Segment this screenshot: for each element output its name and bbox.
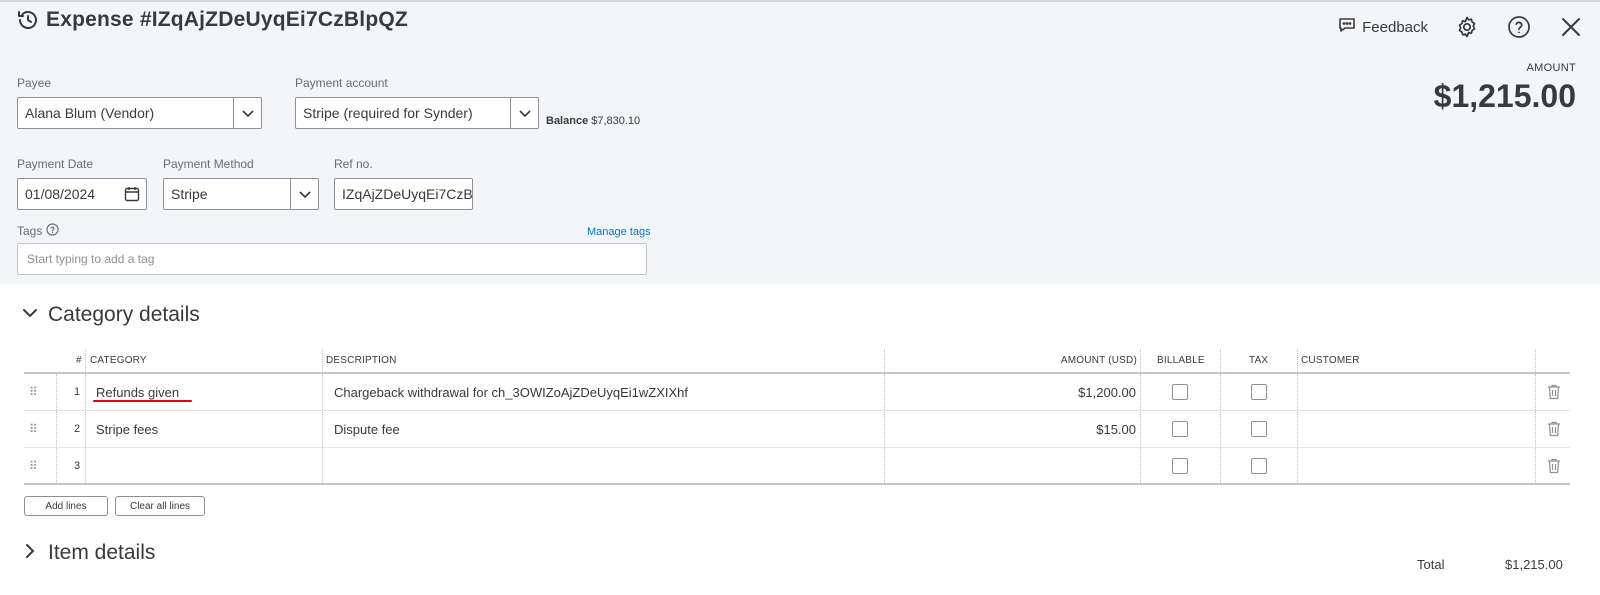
- payment-account-label: Payment account: [295, 76, 388, 90]
- drag-handle-icon[interactable]: ⠿: [29, 411, 38, 447]
- ref-no-label: Ref no.: [334, 157, 373, 171]
- balance-label: Balance: [546, 115, 589, 127]
- col-billable: BILLABLE: [1157, 355, 1205, 366]
- manage-tags-link[interactable]: Manage tags: [587, 226, 651, 238]
- tax-checkbox[interactable]: [1251, 457, 1267, 474]
- payment-date-field[interactable]: 01/08/2024: [17, 178, 147, 210]
- ref-no-value: IZqAjZDeUyqEi7CzB: [342, 186, 472, 202]
- annotation-underline: [93, 400, 192, 402]
- calendar-icon[interactable]: [118, 179, 146, 209]
- balance-value: $7,830.10: [591, 115, 641, 127]
- row-description[interactable]: Chargeback withdrawal for ch_3OWIZoAjZDe…: [334, 374, 688, 410]
- row-amount[interactable]: $15.00: [1096, 411, 1136, 447]
- chevron-down-icon[interactable]: [510, 98, 538, 128]
- chevron-right-icon: [22, 541, 38, 565]
- row-description[interactable]: Dispute fee: [334, 411, 400, 447]
- billable-checkbox[interactable]: [1172, 421, 1188, 437]
- col-description: DESCRIPTION: [326, 355, 397, 366]
- payment-date-label: Payment Date: [17, 157, 94, 171]
- payment-account-value: Stripe (required for Synder): [303, 105, 473, 121]
- tax-checkbox[interactable]: [1251, 384, 1267, 400]
- payment-date-value: 01/08/2024: [25, 186, 96, 202]
- tags-placeholder: Start typing to add a tag: [27, 252, 155, 266]
- payee-label: Payee: [17, 76, 52, 90]
- row-num: 1: [74, 386, 81, 398]
- payment-method-label: Payment Method: [163, 157, 254, 171]
- item-details-toggle[interactable]: Item details: [22, 541, 155, 565]
- category-details-title: Category details: [48, 303, 200, 326]
- history-icon[interactable]: [16, 8, 40, 32]
- tags-input[interactable]: Start typing to add a tag: [17, 243, 647, 275]
- tags-label: Tags: [17, 224, 43, 238]
- billable-checkbox[interactable]: [1172, 457, 1188, 474]
- help-icon[interactable]: [1506, 14, 1532, 40]
- category-details-toggle[interactable]: Category details: [22, 303, 200, 327]
- title-row: Expense #IZqAjZDeUyqEi7CzBlpQZ: [16, 8, 408, 32]
- row-category[interactable]: Stripe fees: [96, 411, 158, 447]
- trash-icon[interactable]: [1547, 411, 1561, 447]
- table-row[interactable]: ⠿ 3: [24, 448, 1570, 485]
- header-panel: Expense #IZqAjZDeUyqEi7CzBlpQZ Feedback: [0, 0, 1600, 284]
- help-icon[interactable]: [46, 223, 59, 239]
- chevron-down-icon[interactable]: [290, 179, 318, 209]
- row-num: 2: [74, 423, 81, 435]
- category-table: # CATEGORY DESCRIPTION AMOUNT (USD) BILL…: [24, 349, 1570, 485]
- feedback-label: Feedback: [1362, 18, 1428, 36]
- feedback-button[interactable]: Feedback: [1338, 16, 1428, 38]
- drag-handle-icon[interactable]: ⠿: [29, 448, 38, 483]
- feedback-icon: [1338, 16, 1356, 38]
- trash-icon[interactable]: [1547, 448, 1561, 483]
- tax-checkbox[interactable]: [1251, 421, 1267, 437]
- tags-label-row: Tags: [17, 223, 59, 239]
- col-category: CATEGORY: [90, 355, 147, 366]
- balance-readout: Balance $7,830.10: [546, 115, 640, 127]
- clear-all-lines-button[interactable]: Clear all lines: [115, 496, 205, 516]
- item-details-title: Item details: [48, 541, 156, 564]
- top-actions: Feedback: [1338, 14, 1584, 40]
- gear-icon[interactable]: [1454, 14, 1480, 40]
- amount-value: $1,215.00: [1433, 78, 1576, 114]
- payment-method-value: Stripe: [171, 186, 208, 202]
- row-num: 3: [74, 459, 81, 472]
- chevron-down-icon[interactable]: [233, 98, 261, 128]
- add-lines-button[interactable]: Add lines: [24, 496, 108, 516]
- payment-account-select[interactable]: Stripe (required for Synder): [295, 97, 539, 129]
- ref-no-input[interactable]: IZqAjZDeUyqEi7CzB: [334, 178, 473, 210]
- payee-select[interactable]: Alana Blum (Vendor): [17, 97, 262, 129]
- payee-value: Alana Blum (Vendor): [25, 105, 155, 121]
- trash-icon[interactable]: [1547, 374, 1561, 410]
- col-amount: AMOUNT (USD): [1060, 355, 1137, 366]
- table-row[interactable]: ⠿ 1 Refunds given Chargeback withdrawal …: [24, 374, 1570, 411]
- page-title: Expense #IZqAjZDeUyqEi7CzBlpQZ: [46, 8, 408, 31]
- payment-method-select[interactable]: Stripe: [163, 178, 319, 210]
- row-amount[interactable]: $1,200.00: [1078, 374, 1136, 410]
- col-customer: CUSTOMER: [1301, 355, 1360, 366]
- drag-handle-icon[interactable]: ⠿: [29, 374, 38, 410]
- col-num: #: [76, 355, 82, 366]
- table-row[interactable]: ⠿ 2 Stripe fees Dispute fee $15.00: [24, 411, 1570, 448]
- chevron-down-icon: [22, 303, 38, 327]
- total-value: $1,215.00: [1505, 557, 1563, 572]
- table-header: # CATEGORY DESCRIPTION AMOUNT (USD) BILL…: [24, 349, 1570, 374]
- amount-label: AMOUNT: [1526, 62, 1576, 74]
- total-label: Total: [1417, 557, 1445, 572]
- col-tax: TAX: [1249, 355, 1269, 366]
- row-category[interactable]: Refunds given: [96, 374, 179, 410]
- close-icon[interactable]: [1558, 14, 1584, 40]
- billable-checkbox[interactable]: [1172, 384, 1188, 400]
